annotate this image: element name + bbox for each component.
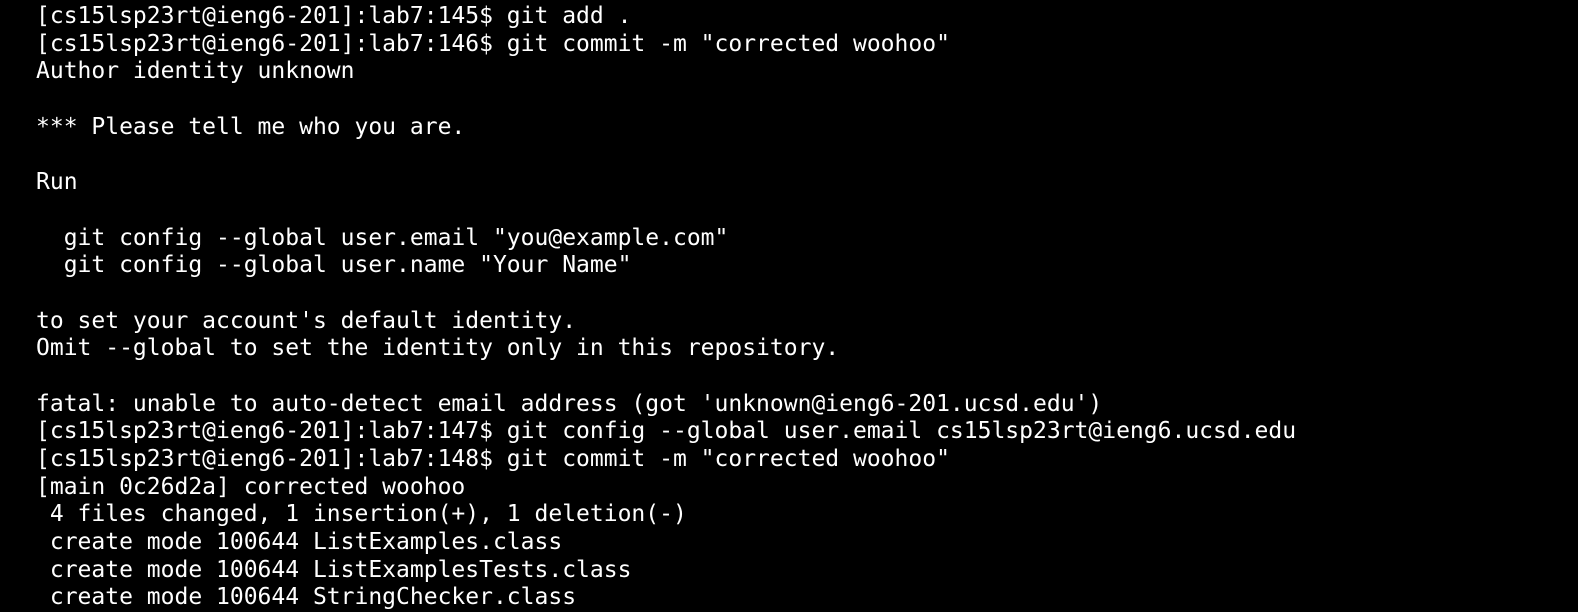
terminal-line: [cs15lsp23rt@ieng6-201]:lab7:147$ git co… bbox=[36, 418, 1297, 445]
terminal-line: Run bbox=[36, 169, 78, 196]
terminal-line: Omit --global to set the identity only i… bbox=[36, 335, 840, 362]
terminal-line: [cs15lsp23rt@ieng6-201]:lab7:148$ git co… bbox=[36, 446, 950, 472]
terminal-line: create mode 100644 StringChecker.class bbox=[36, 584, 577, 611]
terminal-line: git config --global user.name "Your Name… bbox=[36, 252, 632, 279]
terminal-line: to set your account's default identity. bbox=[36, 307, 577, 334]
terminal-line: create mode 100644 ListExamplesTests.cla… bbox=[36, 556, 632, 583]
terminal-output: [cs15lsp23rt@ieng6-201]:lab7:145$ git ad… bbox=[36, 3, 1296, 612]
terminal-line: *** Please tell me who you are. bbox=[36, 113, 466, 140]
terminal-window[interactable]: [cs15lsp23rt@ieng6-201]:lab7:145$ git ad… bbox=[0, 0, 1578, 612]
terminal-line: Author identity unknown bbox=[36, 58, 355, 85]
terminal-line: fatal: unable to auto-detect email addre… bbox=[36, 390, 1103, 417]
terminal-line: git config --global user.email "you@exam… bbox=[36, 224, 729, 251]
terminal-line: create mode 100644 ListExamples.class bbox=[36, 529, 563, 556]
terminal-line: [cs15lsp23rt@ieng6-201]:lab7:146$ git co… bbox=[36, 30, 950, 57]
terminal-line: 4 files changed, 1 insertion(+), 1 delet… bbox=[36, 501, 687, 528]
terminal-line: [main 0c26d2a] corrected woohoo bbox=[36, 473, 466, 500]
terminal-line: [cs15lsp23rt@ieng6-201]:lab7:145$ git ad… bbox=[36, 3, 632, 29]
